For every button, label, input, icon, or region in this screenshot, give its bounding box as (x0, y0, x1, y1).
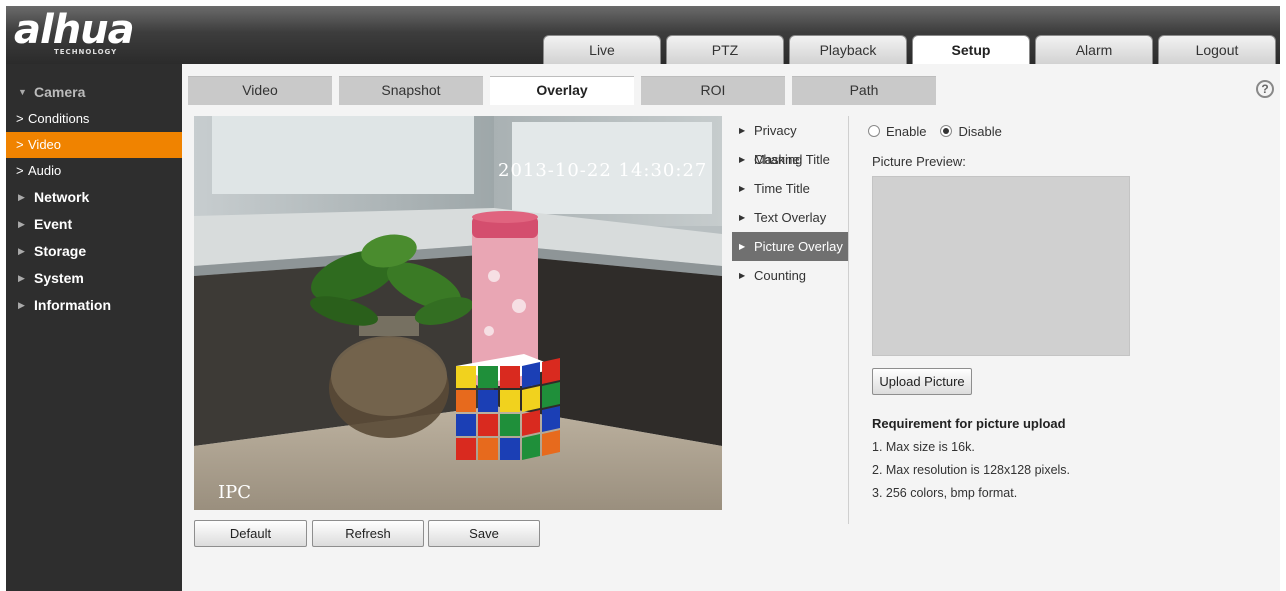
sidebar-item-system[interactable]: ▶ System (6, 265, 182, 292)
menu-item-text-overlay[interactable]: ▶ Text Overlay (732, 203, 848, 232)
content-panel: Video Snapshot Overlay ROI Path ? 2013-1… (182, 64, 1280, 591)
expand-triangle-icon: ▶ (18, 300, 25, 310)
tab-path[interactable]: Path (792, 76, 936, 105)
top-header: alhua TECHNOLOGY Live PTZ Playback Setup… (6, 6, 1280, 64)
enable-label: Enable (886, 123, 927, 139)
expand-triangle-icon: ▶ (18, 273, 25, 283)
requirement-line: 2. Max resolution is 128x128 pixels. (872, 463, 1071, 477)
nav-tab-ptz[interactable]: PTZ (666, 35, 784, 64)
requirement-title: Requirement for picture upload (872, 416, 1066, 431)
sidebar-item-audio[interactable]: > Audio (6, 158, 182, 184)
nav-tab-playback[interactable]: Playback (789, 35, 907, 64)
requirement-line: 3. 256 colors, bmp format. (872, 486, 1018, 500)
nav-tab-live[interactable]: Live (543, 35, 661, 64)
refresh-button[interactable]: Refresh (312, 520, 424, 547)
video-preview: 2013-10-22 14:30:27 IPC (194, 116, 722, 510)
requirement-line: 1. Max size is 16k. (872, 440, 975, 454)
sidebar-item-conditions[interactable]: > Conditions (6, 106, 182, 132)
sidebar-item-video[interactable]: > Video (6, 132, 182, 158)
sidebar-item-network[interactable]: ▶ Network (6, 184, 182, 211)
help-icon[interactable]: ? (1256, 80, 1274, 98)
menu-item-privacy-masking[interactable]: ▶ Privacy Masking (732, 116, 848, 167)
enable-radio[interactable] (868, 125, 880, 137)
menu-divider (848, 116, 849, 524)
chevron-right-icon: > (16, 137, 24, 152)
chevron-right-icon: > (16, 163, 24, 178)
collapse-triangle-icon: ▼ (18, 87, 27, 97)
arrow-right-icon: ▶ (739, 126, 746, 135)
expand-triangle-icon: ▶ (18, 246, 25, 256)
arrow-right-icon: ▶ (739, 213, 746, 222)
menu-item-counting[interactable]: ▶ Counting (732, 261, 848, 290)
arrow-right-icon: ▶ (739, 242, 746, 251)
disable-label: Disable (958, 123, 1002, 139)
sidebar-item-storage[interactable]: ▶ Storage (6, 238, 182, 265)
tab-overlay[interactable]: Overlay (490, 76, 634, 105)
chevron-right-icon: > (16, 111, 24, 126)
arrow-right-icon: ▶ (739, 184, 746, 193)
osd-time-title: 2013-10-22 14:30:27 (498, 160, 708, 181)
dahua-logo: alhua TECHNOLOGY (14, 7, 135, 56)
disable-radio[interactable] (940, 125, 953, 137)
default-button[interactable]: Default (194, 520, 307, 547)
sub-tab-bar: Video Snapshot Overlay ROI Path (182, 76, 1280, 105)
expand-triangle-icon: ▶ (18, 192, 25, 202)
sidebar-item-event[interactable]: ▶ Event (6, 211, 182, 238)
nav-tab-logout[interactable]: Logout (1158, 35, 1276, 64)
picture-preview-label: Picture Preview: (872, 154, 966, 169)
menu-item-time-title[interactable]: ▶ Time Title (732, 174, 848, 203)
picture-preview-box (872, 176, 1130, 356)
nav-tab-alarm[interactable]: Alarm (1035, 35, 1153, 64)
upload-picture-button[interactable]: Upload Picture (872, 368, 972, 395)
arrow-right-icon: ▶ (739, 155, 746, 164)
overlay-menu: ▶ Privacy Masking ▶ Channel Title ▶ Time… (732, 116, 848, 290)
save-button[interactable]: Save (428, 520, 540, 547)
nav-tab-setup[interactable]: Setup (912, 35, 1030, 64)
sidebar-item-information[interactable]: ▶ Information (6, 292, 182, 319)
tab-video[interactable]: Video (188, 76, 332, 105)
sidebar: ▼ Camera > Conditions > Video > Audio ▶ … (6, 64, 182, 591)
tab-roi[interactable]: ROI (641, 76, 785, 105)
osd-channel-title: IPC (218, 482, 251, 503)
expand-triangle-icon: ▶ (18, 219, 25, 229)
tab-snapshot[interactable]: Snapshot (339, 76, 483, 105)
menu-item-channel-title[interactable]: ▶ Channel Title (732, 145, 848, 174)
sidebar-item-camera[interactable]: ▼ Camera (6, 79, 182, 106)
enable-radio-group: Enable Disable (868, 122, 1002, 140)
menu-item-picture-overlay[interactable]: ▶ Picture Overlay (732, 232, 848, 261)
arrow-right-icon: ▶ (739, 271, 746, 280)
